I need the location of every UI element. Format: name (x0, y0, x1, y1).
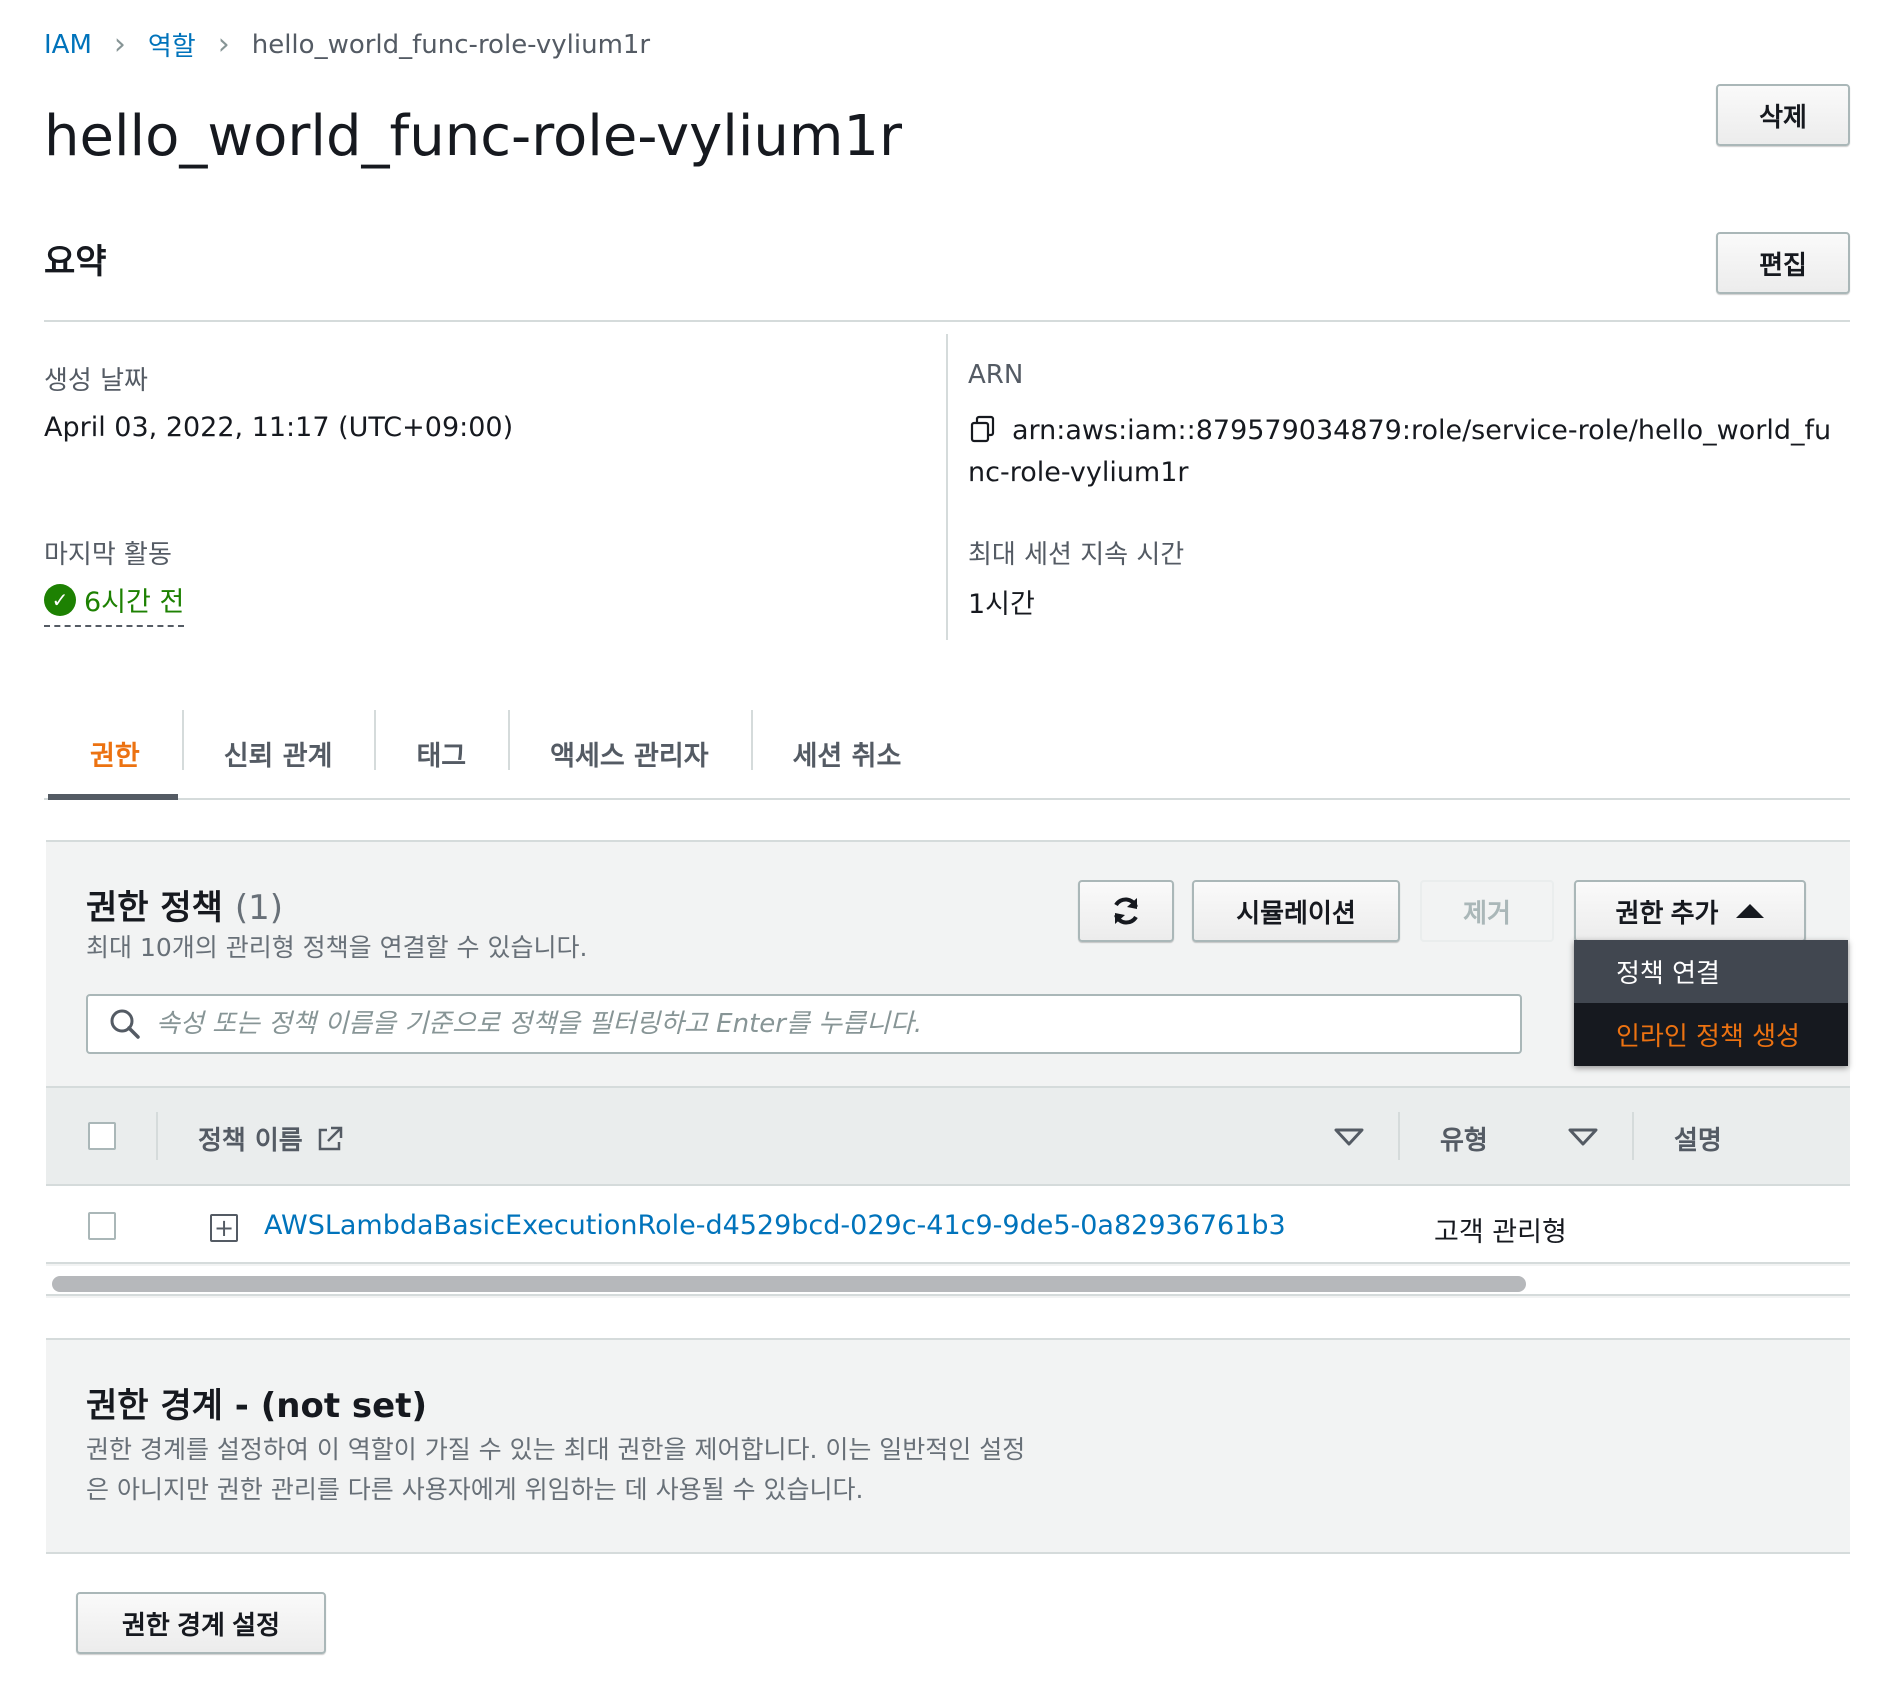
column-policy-name-label: 정책 이름 (198, 1126, 303, 1156)
arn-text: arn:aws:iam::879579034879:role/service-r… (968, 415, 1832, 488)
column-divider (156, 1112, 158, 1160)
chevron-right-icon: › (217, 26, 230, 62)
sort-down-icon[interactable] (1334, 1128, 1364, 1146)
scrollbar-thumb[interactable] (52, 1276, 1526, 1292)
column-policy-name[interactable]: 정책 이름 (198, 1120, 345, 1157)
column-divider (1398, 1112, 1400, 1160)
breadcrumb-current: hello_world_func-role-vylium1r (251, 29, 651, 60)
created-date-label: 생성 날짜 (44, 366, 148, 396)
select-all-checkbox[interactable] (88, 1122, 116, 1150)
external-link-icon (318, 1126, 342, 1150)
refresh-icon (1114, 897, 1138, 925)
set-permissions-boundary-button[interactable]: 권한 경계 설정 (76, 1592, 326, 1654)
breadcrumb-iam-link[interactable]: IAM (44, 30, 92, 60)
delete-button[interactable]: 삭제 (1716, 84, 1850, 146)
chevron-right-icon: › (113, 26, 126, 62)
policy-type: 고객 관리형 (1434, 1217, 1567, 1248)
policies-count: (1) (234, 888, 283, 928)
page-title: hello_world_func-role-vylium1r (44, 104, 903, 169)
policy-search[interactable] (86, 994, 1522, 1054)
refresh-button[interactable] (1078, 880, 1174, 942)
column-type[interactable]: 유형 (1440, 1120, 1488, 1157)
active-tab-indicator (48, 794, 178, 800)
created-date-value: April 03, 2022, 11:17 (UTC+09:00) (44, 412, 514, 443)
divider (44, 320, 1850, 322)
arn-value: arn:aws:iam::879579034879:role/service-r… (968, 410, 1848, 494)
tab-revoke-sessions[interactable]: 세션 취소 (750, 706, 944, 800)
breadcrumb: IAM › 역할 › hello_world_func-role-vylium1… (44, 26, 650, 63)
menu-attach-policies[interactable]: 정책 연결 (1574, 940, 1848, 1003)
last-activity-label: 마지막 활동 (44, 540, 172, 570)
policies-subtitle: 최대 10개의 관리형 정책을 연결할 수 있습니다. (86, 933, 588, 962)
arn-label: ARN (968, 360, 1024, 390)
caret-up-icon (1736, 904, 1765, 918)
add-permissions-menu: 정책 연결 인라인 정책 생성 (1574, 940, 1848, 1066)
simulate-button[interactable]: 시뮬레이션 (1192, 880, 1400, 942)
last-activity-text: 6시간 전 (84, 587, 185, 618)
add-permissions-label: 권한 추가 (1615, 897, 1719, 928)
policy-name-link[interactable]: AWSLambdaBasicExecutionRole-d4529bcd-029… (264, 1210, 1286, 1241)
edit-button[interactable]: 편집 (1716, 232, 1850, 294)
tab-access-advisor[interactable]: 액세스 관리자 (508, 706, 750, 800)
tab-permissions[interactable]: 권한 (48, 706, 182, 800)
column-description[interactable]: 설명 (1674, 1120, 1722, 1157)
max-session-label: 최대 세션 지속 시간 (968, 540, 1185, 570)
copy-icon[interactable] (968, 414, 998, 444)
iam-role-page: IAM › 역할 › hello_world_func-role-vylium1… (0, 0, 1884, 1698)
summary-title: 요약 (44, 242, 107, 282)
row-checkbox[interactable] (88, 1212, 116, 1240)
tab-trust-relationships[interactable]: 신뢰 관계 (181, 706, 375, 800)
permission-policies-title: 권한 정책 (1) (86, 880, 283, 929)
boundary-desc-line-2: 은 아니지만 권한 관리를 다른 사용자에게 위임하는 데 사용될 수 있습니다… (86, 1475, 864, 1504)
tabs-divider (44, 798, 1850, 800)
last-activity-value[interactable]: ✓ 6시간 전 (44, 580, 185, 627)
breadcrumb-roles-link[interactable]: 역할 (148, 26, 196, 63)
boundary-desc-line-1: 권한 경계를 설정하여 이 역할이 가질 수 있는 최대 권한을 제어합니다. … (86, 1435, 1026, 1464)
expand-icon[interactable]: + (210, 1214, 238, 1242)
search-icon (110, 1009, 140, 1039)
max-session-value: 1시간 (968, 589, 1035, 620)
tab-bar: 권한 신뢰 관계 태그 액세스 관리자 세션 취소 (48, 706, 943, 800)
permissions-boundary-description: 권한 경계를 설정하여 이 역할이 가질 수 있는 최대 권한을 제어합니다. … (86, 1430, 1086, 1510)
summary-divider (946, 334, 948, 640)
check-circle-icon: ✓ (44, 583, 76, 616)
menu-create-inline-policy[interactable]: 인라인 정책 생성 (1574, 1003, 1848, 1066)
policies-title-text: 권한 정책 (86, 888, 223, 928)
tab-tags[interactable]: 태그 (374, 706, 508, 800)
add-permissions-button[interactable]: 권한 추가 (1574, 880, 1806, 942)
remove-button[interactable]: 제거 (1420, 880, 1554, 942)
sort-down-icon[interactable] (1568, 1128, 1598, 1146)
search-input[interactable] (156, 1009, 1496, 1039)
permissions-boundary-title: 권한 경계 - (not set) (86, 1386, 428, 1426)
column-divider (1632, 1112, 1634, 1160)
